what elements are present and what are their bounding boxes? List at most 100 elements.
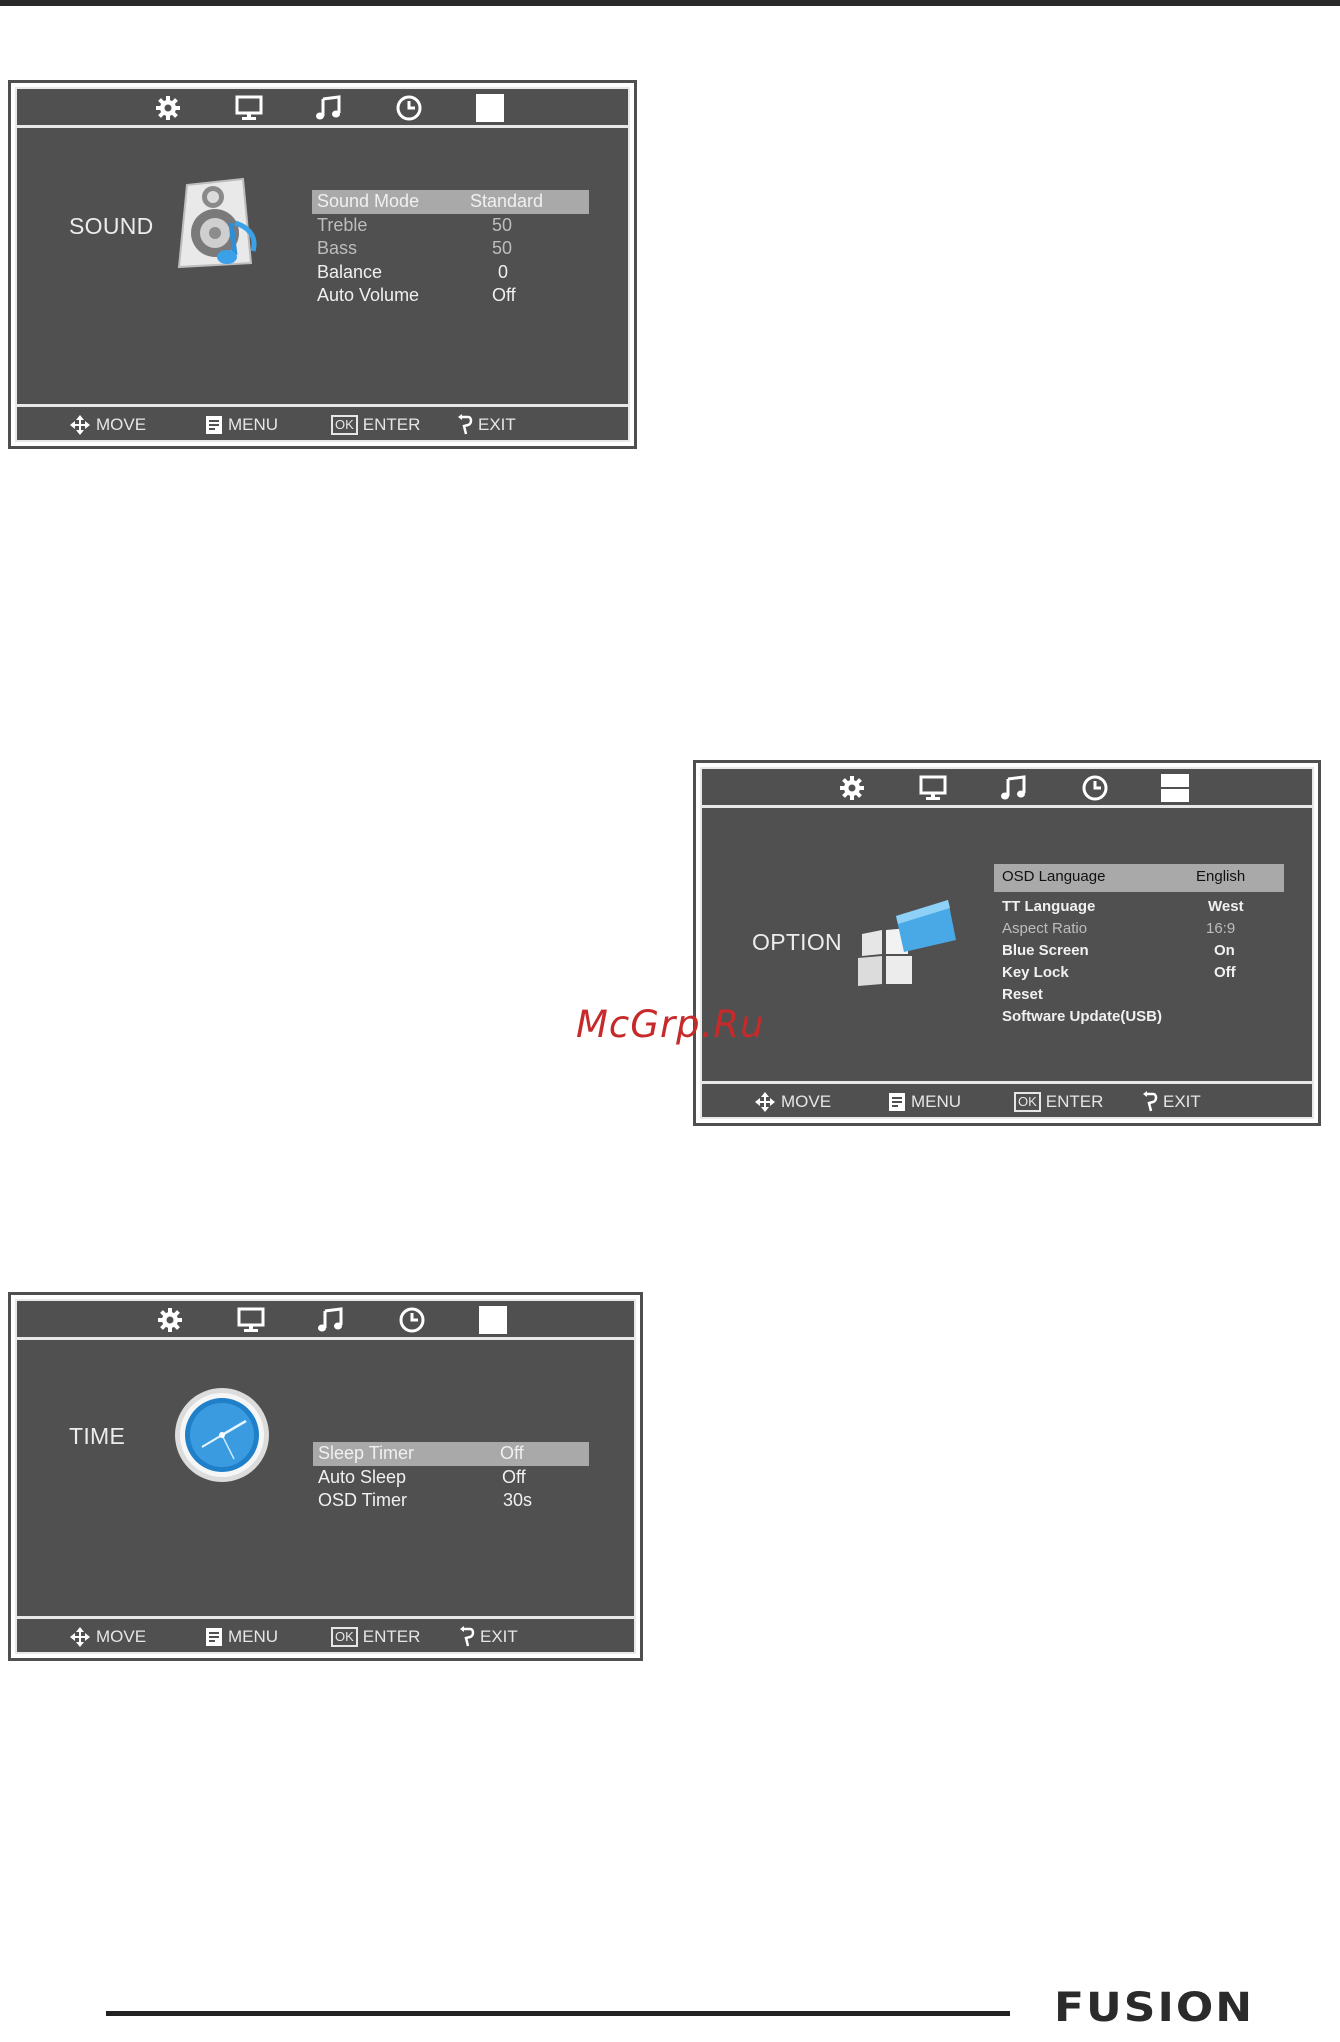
row-label: Key Lock bbox=[1002, 964, 1069, 981]
row-value: Standard bbox=[470, 191, 544, 211]
menu-hint: MENU bbox=[205, 414, 278, 436]
option-menu-list: OSD Language English TT Language West As… bbox=[994, 864, 1284, 1029]
move-hint: MOVE bbox=[754, 1091, 831, 1113]
exit-arrow-icon bbox=[458, 414, 473, 435]
watermark: McGrp.Ru bbox=[576, 1003, 765, 1046]
menu-icon bbox=[206, 1628, 222, 1646]
sleep-timer-row[interactable]: Sleep Timer Off bbox=[313, 1442, 589, 1466]
reset-row[interactable]: Reset bbox=[994, 985, 1284, 1007]
ok-key-icon: OK bbox=[331, 1627, 358, 1647]
option-square-icon[interactable] bbox=[475, 94, 505, 122]
move-arrows-icon bbox=[70, 415, 90, 435]
move-label: MOVE bbox=[781, 1092, 832, 1111]
time-footer: MOVE MENU OK ENTER EXIT bbox=[17, 1616, 634, 1652]
exit-hint: EXIT bbox=[459, 1626, 518, 1648]
row-value: 0 bbox=[498, 261, 509, 282]
music-note-icon[interactable] bbox=[999, 774, 1029, 802]
enter-hint: OK ENTER bbox=[331, 414, 420, 436]
option-title: OPTION bbox=[752, 929, 842, 955]
option-blocks-icon bbox=[852, 894, 962, 1009]
row-label: Sound Mode bbox=[317, 191, 420, 211]
tt-language-row[interactable]: TT Language West bbox=[994, 897, 1284, 919]
treble-row[interactable]: Treble 50 bbox=[312, 214, 589, 238]
row-label: Treble bbox=[317, 214, 368, 235]
move-arrows-icon bbox=[755, 1092, 775, 1112]
row-label: Software Update(USB) bbox=[1002, 1008, 1163, 1025]
monitor-icon[interactable] bbox=[234, 94, 264, 122]
exit-label: EXIT bbox=[1163, 1092, 1201, 1111]
option-tab-bar bbox=[702, 769, 1312, 808]
row-value: Off bbox=[500, 1443, 524, 1463]
gear-icon[interactable] bbox=[155, 1306, 185, 1334]
sound-footer: MOVE MENU OK ENTER EXIT bbox=[17, 404, 628, 440]
row-value: 16:9 bbox=[1206, 920, 1236, 937]
key-lock-row[interactable]: Key Lock Off bbox=[994, 963, 1284, 985]
aspect-ratio-row[interactable]: Aspect Ratio 16:9 bbox=[994, 919, 1284, 941]
top-rule bbox=[0, 0, 1340, 6]
music-note-icon[interactable] bbox=[316, 1306, 346, 1334]
option-square-icon[interactable] bbox=[1160, 774, 1190, 802]
row-value: Off bbox=[502, 1466, 526, 1487]
menu-label: MENU bbox=[228, 415, 279, 434]
menu-label: MENU bbox=[228, 1627, 279, 1646]
time-tab-bar bbox=[17, 1301, 634, 1340]
move-hint: MOVE bbox=[69, 1626, 146, 1648]
monitor-icon[interactable] bbox=[236, 1306, 266, 1334]
row-value: Off bbox=[492, 285, 516, 305]
row-label: Sleep Timer bbox=[318, 1443, 415, 1463]
option-square-icon[interactable] bbox=[478, 1306, 508, 1334]
clock-icon[interactable] bbox=[397, 1306, 427, 1334]
enter-label: ENTER bbox=[362, 415, 421, 434]
exit-arrow-icon bbox=[1143, 1091, 1158, 1112]
auto-sleep-row[interactable]: Auto Sleep Off bbox=[313, 1466, 589, 1490]
time-title: TIME bbox=[69, 1423, 126, 1449]
row-value: On bbox=[1214, 942, 1235, 959]
row-label: OSD Timer bbox=[318, 1490, 408, 1510]
software-update-row[interactable]: Software Update(USB) bbox=[994, 1007, 1284, 1029]
sound-osd-panel: SOUND Sound Mode Standard Treble 50 Bass… bbox=[8, 80, 637, 449]
menu-hint: MENU bbox=[205, 1626, 278, 1648]
row-label: Auto Sleep bbox=[318, 1466, 407, 1487]
exit-hint: EXIT bbox=[457, 414, 516, 436]
menu-hint: MENU bbox=[888, 1091, 961, 1113]
row-value: West bbox=[1208, 898, 1244, 915]
sound-tab-bar bbox=[17, 89, 628, 128]
time-osd-inner: TIME Sleep Timer Off Auto Sleep Off OSD … bbox=[15, 1299, 636, 1654]
row-label: Reset bbox=[1002, 986, 1043, 1003]
balance-row[interactable]: Balance 0 bbox=[312, 261, 589, 285]
enter-hint: OK ENTER bbox=[331, 1626, 420, 1648]
sound-mode-row[interactable]: Sound Mode Standard bbox=[312, 190, 589, 214]
brand-logo: FUSION bbox=[1054, 1984, 1255, 2031]
sound-title: SOUND bbox=[69, 213, 154, 239]
row-label: Aspect Ratio bbox=[1002, 920, 1088, 937]
gear-icon[interactable] bbox=[837, 774, 867, 802]
bottom-rule bbox=[106, 2011, 1010, 2016]
auto-volume-row[interactable]: Auto Volume Off bbox=[312, 284, 589, 308]
ok-key-icon: OK bbox=[331, 415, 358, 435]
row-label: OSD Language bbox=[1002, 868, 1106, 885]
gear-icon[interactable] bbox=[153, 94, 183, 122]
move-label: MOVE bbox=[96, 1627, 147, 1646]
row-value: English bbox=[1196, 868, 1246, 885]
row-label: Bass bbox=[317, 238, 358, 258]
exit-label: EXIT bbox=[480, 1627, 518, 1646]
exit-label: EXIT bbox=[478, 415, 516, 434]
osd-timer-row[interactable]: OSD Timer 30s bbox=[313, 1489, 589, 1513]
blue-screen-row[interactable]: Blue Screen On bbox=[994, 941, 1284, 963]
clock-icon[interactable] bbox=[394, 94, 424, 122]
enter-label: ENTER bbox=[1045, 1092, 1104, 1111]
time-osd-panel: TIME Sleep Timer Off Auto Sleep Off OSD … bbox=[8, 1292, 643, 1661]
clock-icon[interactable] bbox=[1080, 774, 1110, 802]
bass-row[interactable]: Bass 50 bbox=[312, 237, 589, 261]
clock-illustration-icon bbox=[172, 1385, 272, 1490]
move-hint: MOVE bbox=[69, 414, 146, 436]
option-osd-inner: OPTION OSD Language English TT Language … bbox=[700, 767, 1314, 1119]
option-osd-panel: OPTION OSD Language English TT Language … bbox=[693, 760, 1321, 1126]
menu-icon bbox=[206, 416, 222, 434]
menu-icon bbox=[889, 1093, 905, 1111]
music-note-icon[interactable] bbox=[314, 94, 344, 122]
row-value: 50 bbox=[492, 238, 513, 258]
osd-language-row[interactable]: OSD Language English bbox=[994, 864, 1284, 892]
exit-arrow-icon bbox=[460, 1626, 475, 1647]
monitor-icon[interactable] bbox=[918, 774, 948, 802]
